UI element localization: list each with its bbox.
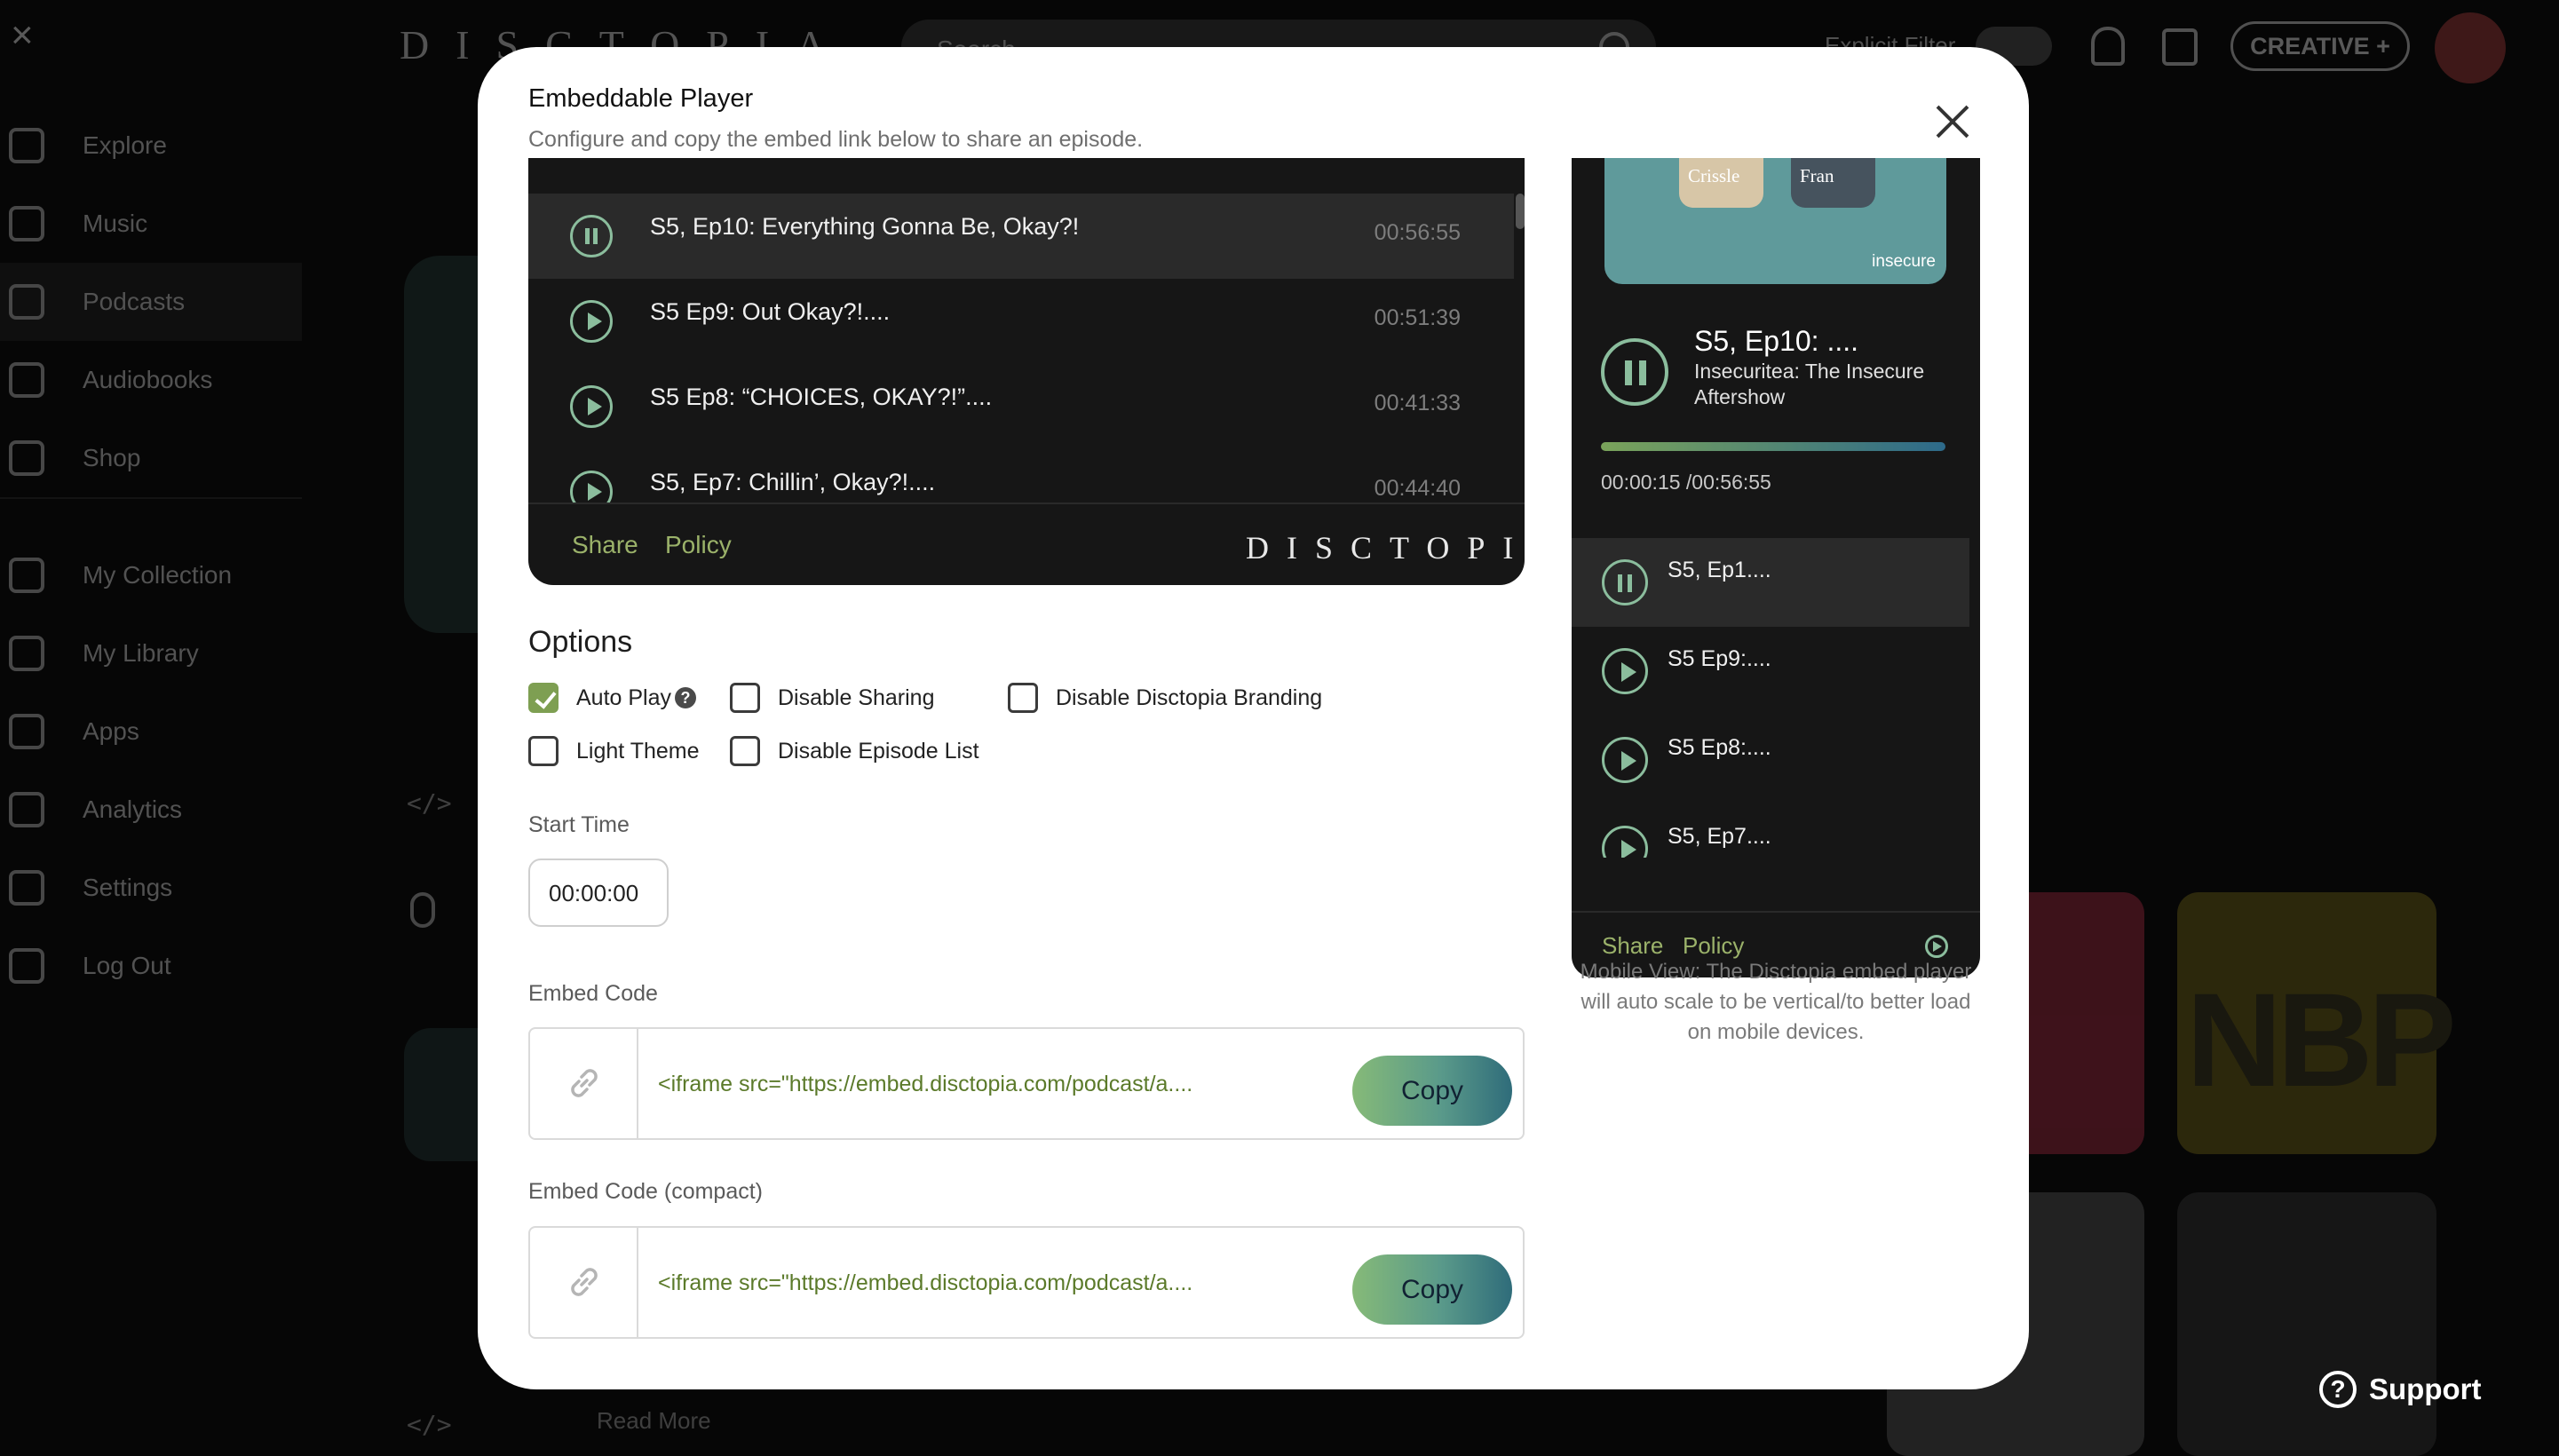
checkbox[interactable] [528,736,559,766]
auto-play-checkbox[interactable]: Auto Play ? [528,683,697,713]
episode-row[interactable]: S5 Ep9:.... [1572,627,1969,716]
copy-button[interactable]: Copy [1352,1056,1512,1126]
checkbox-label: Disable Sharing [778,684,935,710]
mobile-view-note: Mobile View: The Disctopia embed player … [1580,960,1972,1044]
disctopia-logo[interactable]: DISCTOPIA [1246,529,1525,566]
playback-time: 00:00:15 /00:56:55 [1601,471,1771,494]
policy-link[interactable]: Policy [665,531,732,559]
embed-code-field: <iframe src="https://embed.disctopia.com… [528,1027,1525,1140]
episode-title: S5, Ep1.... [1668,558,1771,582]
dialog-title: Embeddable Player [528,84,754,113]
pause-icon[interactable] [1602,559,1648,605]
episode-row[interactable]: S5 Ep9: Out Okay?!.... 00:51:39 [528,279,1514,364]
link-icon [530,1029,638,1138]
play-icon[interactable] [1602,826,1648,858]
episode-row[interactable]: S5 Ep8: “CHOICES, OKAY?!”.... 00:41:33 [528,364,1514,449]
policy-link[interactable]: Policy [1683,932,1744,960]
episode-title: S5, Ep7.... [1668,824,1771,849]
start-time-input[interactable]: 00:00:00 [528,859,669,927]
link-icon [530,1228,638,1337]
episode-row[interactable]: S5 Ep8:.... [1572,716,1969,804]
light-theme-checkbox[interactable]: Light Theme [528,736,700,766]
play-icon[interactable] [1602,737,1648,783]
episode-duration: 00:41:33 [1374,391,1461,415]
episode-duration: 00:44:40 [1374,476,1461,501]
episode-list[interactable]: S5, Ep1.... S5 Ep9:.... S5 Ep8:.... S5, … [1572,538,1969,858]
close-icon[interactable] [1931,100,1974,143]
disable-sharing-checkbox[interactable]: Disable Sharing [730,683,935,713]
pause-icon[interactable] [570,215,613,257]
mobile-player-preview: Crissle Fran insecure S5, Ep10: .... Ins… [1572,158,1980,977]
episode-title: S5, Ep7: Chillin’, Okay?!.... [650,469,936,495]
disable-branding-checkbox[interactable]: Disable Disctopia Branding [1008,683,1322,713]
now-playing-title: S5, Ep10: .... [1694,325,1858,357]
desktop-player-preview: S5, Ep10: Everything Gonna Be, Okay?! 00… [528,158,1525,585]
dialog-subtitle: Configure and copy the embed link below … [528,127,1144,152]
episode-duration: 00:51:39 [1374,305,1461,330]
mug-text: Crissle [1688,165,1740,186]
episode-row[interactable]: S5, Ep10: Everything Gonna Be, Okay?! 00… [528,194,1514,279]
copy-button[interactable]: Copy [1352,1254,1512,1325]
embed-code-compact-field: <iframe src="https://embed.disctopia.com… [528,1226,1525,1339]
checkbox-label: Light Theme [576,738,700,764]
support-label: Support [2369,1373,2482,1405]
checkbox-label: Disable Episode List [778,738,979,764]
pause-icon[interactable] [1601,338,1668,406]
disable-episode-list-checkbox[interactable]: Disable Episode List [730,736,979,766]
disctopia-logo-icon[interactable] [1925,935,1948,958]
help-icon[interactable]: ? [675,687,697,708]
checkbox[interactable] [1008,683,1038,713]
embed-code-text[interactable]: <iframe src="https://embed.disctopia.com… [658,1270,1192,1296]
embed-code-text[interactable]: <iframe src="https://embed.disctopia.com… [658,1072,1192,1097]
episode-title: S5 Ep9:.... [1668,646,1771,671]
play-icon[interactable] [570,385,613,428]
start-time-label: Start Time [528,812,630,837]
episode-row[interactable]: S5, Ep7.... [1572,804,1969,858]
episode-title: S5 Ep9: Out Okay?!.... [650,298,891,325]
play-icon[interactable] [570,300,613,343]
scrollbar[interactable] [1516,194,1525,229]
mug-illustration: Crissle [1679,158,1763,208]
support-button[interactable]: ? Support [2319,1367,2481,1412]
checkbox-checked[interactable] [528,683,559,713]
episode-list[interactable]: S5, Ep10: Everything Gonna Be, Okay?! 00… [528,194,1514,502]
play-icon[interactable] [1602,648,1648,694]
cover-brand: insecure [1872,252,1936,271]
embeddable-player-dialog: Embeddable Player Configure and copy the… [478,47,2029,1389]
share-link[interactable]: Share [1602,932,1663,960]
checkbox-label: Disable Disctopia Branding [1056,684,1323,710]
checkbox[interactable] [730,683,760,713]
mug-illustration: Fran [1791,158,1875,208]
checkbox-label: Auto Play [576,684,672,710]
player-footer: Share Policy DISCTOPIA [528,502,1525,585]
embed-code-compact-label: Embed Code (compact) [528,1179,764,1204]
mug-text: Fran [1800,165,1834,186]
checkbox[interactable] [730,736,760,766]
episode-title: S5 Ep8:.... [1668,735,1771,760]
episode-row[interactable]: S5, Ep7: Chillin’, Okay?!.... 00:44:40 [528,449,1514,502]
play-icon[interactable] [570,471,613,502]
embed-code-label: Embed Code [528,981,658,1006]
podcast-cover-art: Crissle Fran insecure [1604,158,1946,284]
progress-bar[interactable] [1601,442,1945,451]
episode-row[interactable]: S5, Ep1.... [1572,538,1969,627]
options-heading: Options [528,625,633,659]
share-link[interactable]: Share [572,531,638,559]
episode-title: S5 Ep8: “CHOICES, OKAY?!”.... [650,384,993,410]
help-circle-icon: ? [2319,1371,2357,1408]
episode-title: S5, Ep10: Everything Gonna Be, Okay?! [650,213,1080,240]
now-playing-show: Insecuritea: The Insecure Aftershow [1694,360,1925,408]
episode-duration: 00:56:55 [1374,220,1461,245]
